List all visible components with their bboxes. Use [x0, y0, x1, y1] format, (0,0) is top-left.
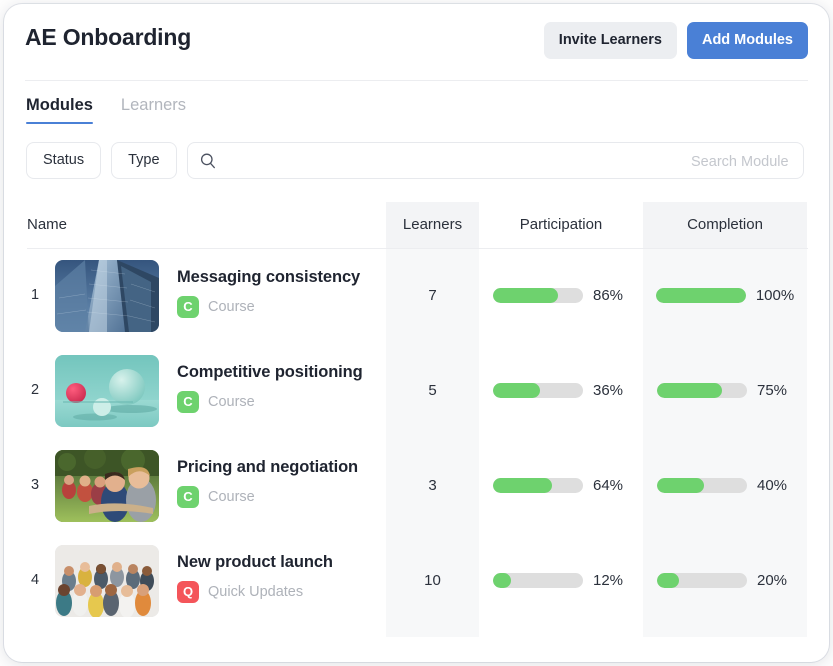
table-row[interactable]: 3	[4, 438, 829, 533]
module-info: New product launch Q Quick Updates	[177, 553, 377, 603]
module-type: C Course	[177, 296, 377, 318]
completion-bar-fill	[656, 288, 746, 303]
completion-value: 40%	[757, 477, 793, 494]
completion-value: 75%	[757, 382, 793, 399]
module-type-label: Quick Updates	[208, 584, 303, 600]
module-thumbnail	[55, 545, 159, 617]
completion-bar	[656, 288, 746, 303]
table-row[interactable]: 2	[4, 343, 829, 438]
filter-bar: Status Type	[26, 142, 804, 179]
header-divider	[25, 80, 808, 81]
participation-cell: 64%	[479, 438, 643, 533]
tab-modules[interactable]: Modules	[26, 96, 93, 124]
course-badge-icon: C	[177, 486, 199, 508]
participation-cell: 12%	[479, 533, 643, 628]
card-header: AE Onboarding Invite Learners Add Module…	[4, 4, 829, 80]
table-row[interactable]: 1	[4, 248, 829, 343]
column-header-completion[interactable]: Completion	[643, 202, 807, 248]
completion-bar	[657, 383, 747, 398]
module-title[interactable]: Competitive positioning	[177, 363, 377, 382]
completion-cell: 20%	[643, 533, 807, 628]
participation-bar-fill	[493, 573, 511, 588]
participation-bar	[493, 288, 583, 303]
module-type-label: Course	[208, 394, 255, 410]
completion-cell: 75%	[643, 343, 807, 438]
participation-value: 12%	[593, 572, 629, 589]
module-type-label: Course	[208, 489, 255, 505]
header-actions: Invite Learners Add Modules	[544, 22, 808, 59]
participation-bar	[493, 478, 583, 493]
learners-count: 5	[386, 343, 479, 438]
completion-bar	[657, 478, 747, 493]
participation-value: 36%	[593, 382, 629, 399]
completion-cell: 100%	[643, 248, 807, 343]
search-box[interactable]	[187, 142, 804, 179]
module-info: Pricing and negotiation C Course	[177, 458, 377, 508]
app-root: AE Onboarding Invite Learners Add Module…	[0, 0, 833, 666]
module-title[interactable]: Messaging consistency	[177, 268, 377, 287]
column-header-name[interactable]: Name	[27, 202, 67, 248]
learners-count: 10	[386, 533, 479, 628]
completion-value: 100%	[756, 287, 794, 304]
completion-bar	[657, 573, 747, 588]
table-header-row: Name Learners Participation Completion	[4, 202, 829, 248]
table-row[interactable]: 4	[4, 533, 829, 628]
participation-cell: 36%	[479, 343, 643, 438]
learners-count: 7	[386, 248, 479, 343]
participation-cell: 86%	[479, 248, 643, 343]
participation-value: 64%	[593, 477, 629, 494]
module-title[interactable]: Pricing and negotiation	[177, 458, 377, 477]
participation-bar-fill	[493, 288, 558, 303]
row-index: 4	[21, 533, 49, 628]
column-header-participation[interactable]: Participation	[479, 202, 643, 248]
row-index: 1	[21, 248, 49, 343]
participation-bar-fill	[493, 383, 540, 398]
module-type: C Course	[177, 391, 377, 413]
module-title[interactable]: New product launch	[177, 553, 377, 572]
participation-bar	[493, 383, 583, 398]
module-type-label: Course	[208, 299, 255, 315]
tab-learners[interactable]: Learners	[121, 96, 186, 124]
module-info: Messaging consistency C Course	[177, 268, 377, 318]
module-thumbnail	[55, 355, 159, 427]
add-modules-button[interactable]: Add Modules	[687, 22, 808, 59]
search-input[interactable]	[224, 143, 791, 180]
course-badge-icon: C	[177, 391, 199, 413]
module-type: C Course	[177, 486, 377, 508]
participation-bar	[493, 573, 583, 588]
modules-table: Name Learners Participation Completion 1	[4, 202, 829, 628]
row-index: 3	[21, 438, 49, 533]
completion-bar-fill	[657, 478, 704, 493]
completion-cell: 40%	[643, 438, 807, 533]
participation-bar-fill	[493, 478, 552, 493]
course-badge-icon: C	[177, 296, 199, 318]
status-filter[interactable]: Status	[26, 142, 101, 179]
invite-learners-button[interactable]: Invite Learners	[544, 22, 677, 59]
completion-value: 20%	[757, 572, 793, 589]
quick-updates-badge-icon: Q	[177, 581, 199, 603]
participation-value: 86%	[593, 287, 629, 304]
row-index: 2	[21, 343, 49, 438]
completion-bar-fill	[657, 573, 679, 588]
completion-bar-fill	[657, 383, 722, 398]
module-thumbnail	[55, 260, 159, 332]
tab-bar: Modules Learners	[26, 96, 186, 124]
modules-card: AE Onboarding Invite Learners Add Module…	[4, 4, 829, 662]
column-header-learners[interactable]: Learners	[386, 202, 479, 248]
search-icon	[199, 152, 217, 170]
type-filter[interactable]: Type	[111, 142, 176, 179]
module-info: Competitive positioning C Course	[177, 363, 377, 413]
module-thumbnail	[55, 450, 159, 522]
module-type: Q Quick Updates	[177, 581, 377, 603]
learners-count: 3	[386, 438, 479, 533]
page-title: AE Onboarding	[25, 24, 191, 51]
